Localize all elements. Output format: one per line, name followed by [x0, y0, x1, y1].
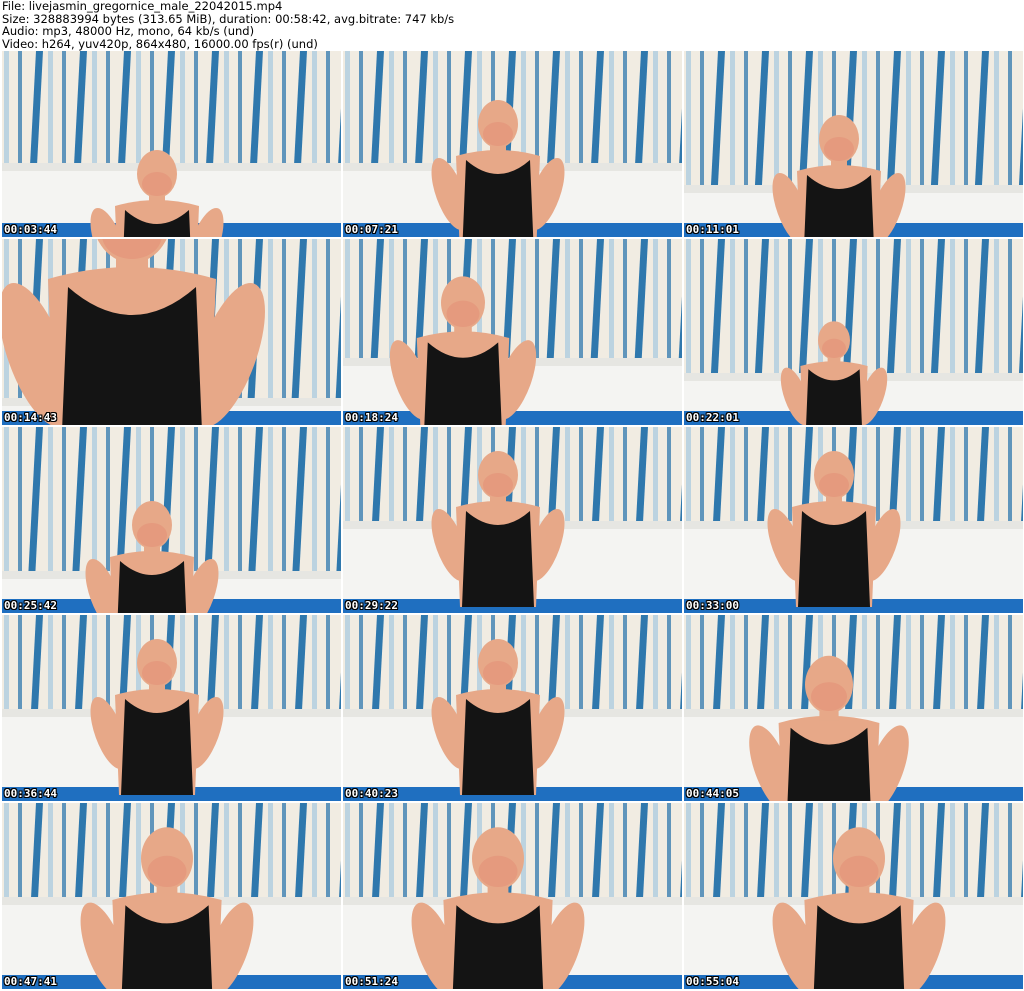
- timestamp-label: 00:29:22: [345, 599, 398, 612]
- frame-image: [2, 803, 341, 989]
- video-thumbnail: 00:03:44: [2, 51, 341, 237]
- frame-image: [684, 239, 1023, 425]
- video-thumbnail: 00:40:23: [343, 615, 682, 801]
- frame-image: [2, 427, 341, 613]
- frame-image: [2, 51, 341, 237]
- timestamp-label: 00:51:24: [345, 975, 398, 988]
- timestamp-label: 00:22:01: [686, 411, 739, 424]
- file-info-header: File: livejasmin_gregornice_male_2204201…: [2, 0, 1022, 50]
- timestamp-label: 00:25:42: [4, 599, 57, 612]
- video-thumbnail: 00:29:22: [343, 427, 682, 613]
- video-thumbnail: 00:25:42: [2, 427, 341, 613]
- frame-image: [684, 427, 1023, 613]
- timestamp-label: 00:18:24: [345, 411, 398, 424]
- timestamp-label: 00:44:05: [686, 787, 739, 800]
- video-thumbnail: 00:51:24: [343, 803, 682, 989]
- timestamp-label: 00:47:41: [4, 975, 57, 988]
- frame-image: [2, 239, 341, 425]
- frame-image: [343, 615, 682, 801]
- video-thumbnail: 00:11:01: [684, 51, 1023, 237]
- video-thumbnail: 00:22:01: [684, 239, 1023, 425]
- frame-image: [2, 615, 341, 801]
- timestamp-label: 00:33:00: [686, 599, 739, 612]
- video-thumbnail: 00:14:43: [2, 239, 341, 425]
- video-thumbnail: 00:44:05: [684, 615, 1023, 801]
- video-thumbnail: 00:33:00: [684, 427, 1023, 613]
- frame-image: [343, 427, 682, 613]
- frame-image: [684, 51, 1023, 237]
- frame-image: [684, 615, 1023, 801]
- timestamp-label: 00:14:43: [4, 411, 57, 424]
- timestamp-label: 00:03:44: [4, 223, 57, 236]
- video-thumbnail: 00:36:44: [2, 615, 341, 801]
- frame-image: [684, 803, 1023, 989]
- timestamp-label: 00:40:23: [345, 787, 398, 800]
- video-line: Video: h264, yuv420p, 864x480, 16000.00 …: [2, 36, 318, 51]
- audio-line: Audio: mp3, 48000 Hz, mono, 64 kb/s (und…: [2, 24, 255, 38]
- video-thumbnail: 00:47:41: [2, 803, 341, 989]
- video-thumbnail: 00:07:21: [343, 51, 682, 237]
- timestamp-label: 00:36:44: [4, 787, 57, 800]
- timestamp-label: 00:07:21: [345, 223, 398, 236]
- thumbnail-grid: 00:03:44 00:07:21 00:11:01 00:14:43 00:18:24…: [0, 50, 1024, 990]
- file-line: File: livejasmin_gregornice_male_2204201…: [2, 0, 283, 13]
- timestamp-label: 00:11:01: [686, 223, 739, 236]
- frame-image: [343, 803, 682, 989]
- timestamp-label: 00:55:04: [686, 975, 739, 988]
- video-thumbnail: 00:18:24: [343, 239, 682, 425]
- frame-image: [343, 51, 682, 237]
- frame-image: [343, 239, 682, 425]
- video-thumbnail: 00:55:04: [684, 803, 1023, 989]
